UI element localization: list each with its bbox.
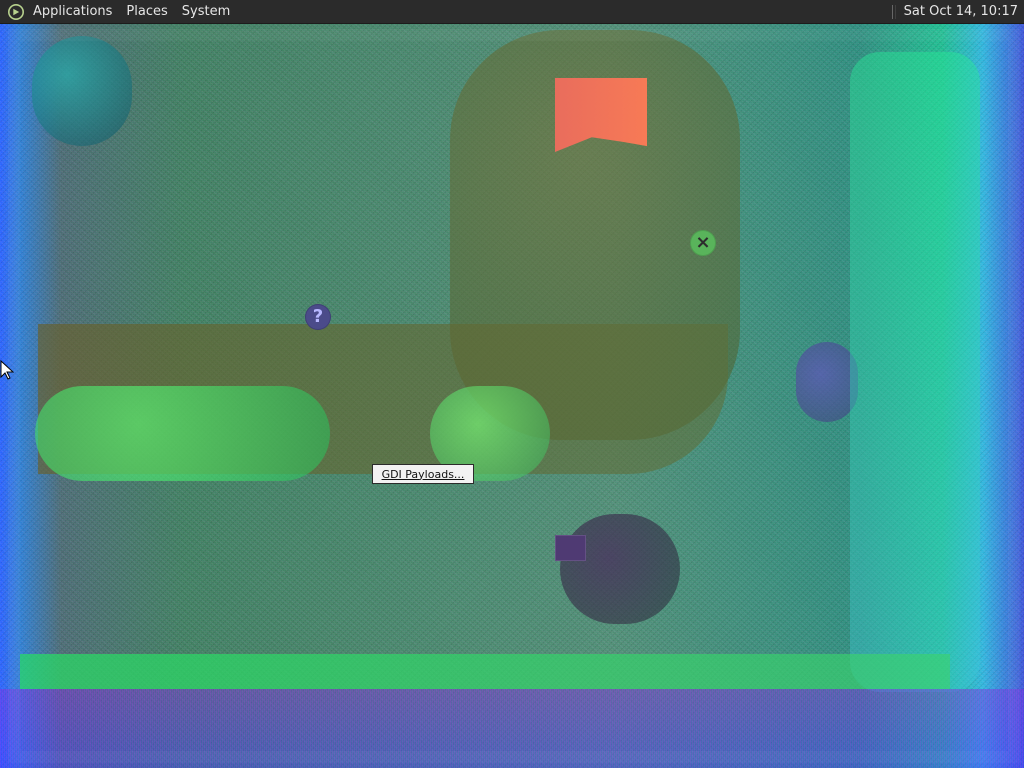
panel-grip-icon[interactable] xyxy=(891,4,896,19)
blob-right xyxy=(796,342,858,422)
lower-border xyxy=(0,689,1024,768)
close-icon: × xyxy=(690,230,716,256)
top-panel: Applications Places System Sat Oct 14, 1… xyxy=(0,0,1024,24)
blob-bottom xyxy=(560,514,680,624)
bottom-bar xyxy=(20,654,950,689)
question-icon: ? xyxy=(305,304,331,330)
gdi-payloads-button[interactable]: GDI Payloads... xyxy=(372,464,474,484)
gdi-payloads-label: GDI Payloads... xyxy=(381,467,465,481)
menu-system[interactable]: System xyxy=(182,0,230,24)
menu-applications[interactable]: Applications xyxy=(33,0,112,24)
mouse-pointer-icon xyxy=(0,360,14,380)
panel-left: Applications Places System xyxy=(0,0,244,23)
app-logo-icon[interactable] xyxy=(7,3,25,21)
panel-right: Sat Oct 14, 10:17 xyxy=(891,0,1024,23)
blob-pill-left xyxy=(35,386,330,481)
blob-right-panel xyxy=(850,52,980,692)
small-square-icon xyxy=(555,535,586,561)
menu-places[interactable]: Places xyxy=(126,0,167,24)
clock[interactable]: Sat Oct 14, 10:17 xyxy=(904,4,1018,19)
blob-top-left xyxy=(32,36,132,146)
desktop: ? × GDI Payloads... xyxy=(0,24,1024,768)
